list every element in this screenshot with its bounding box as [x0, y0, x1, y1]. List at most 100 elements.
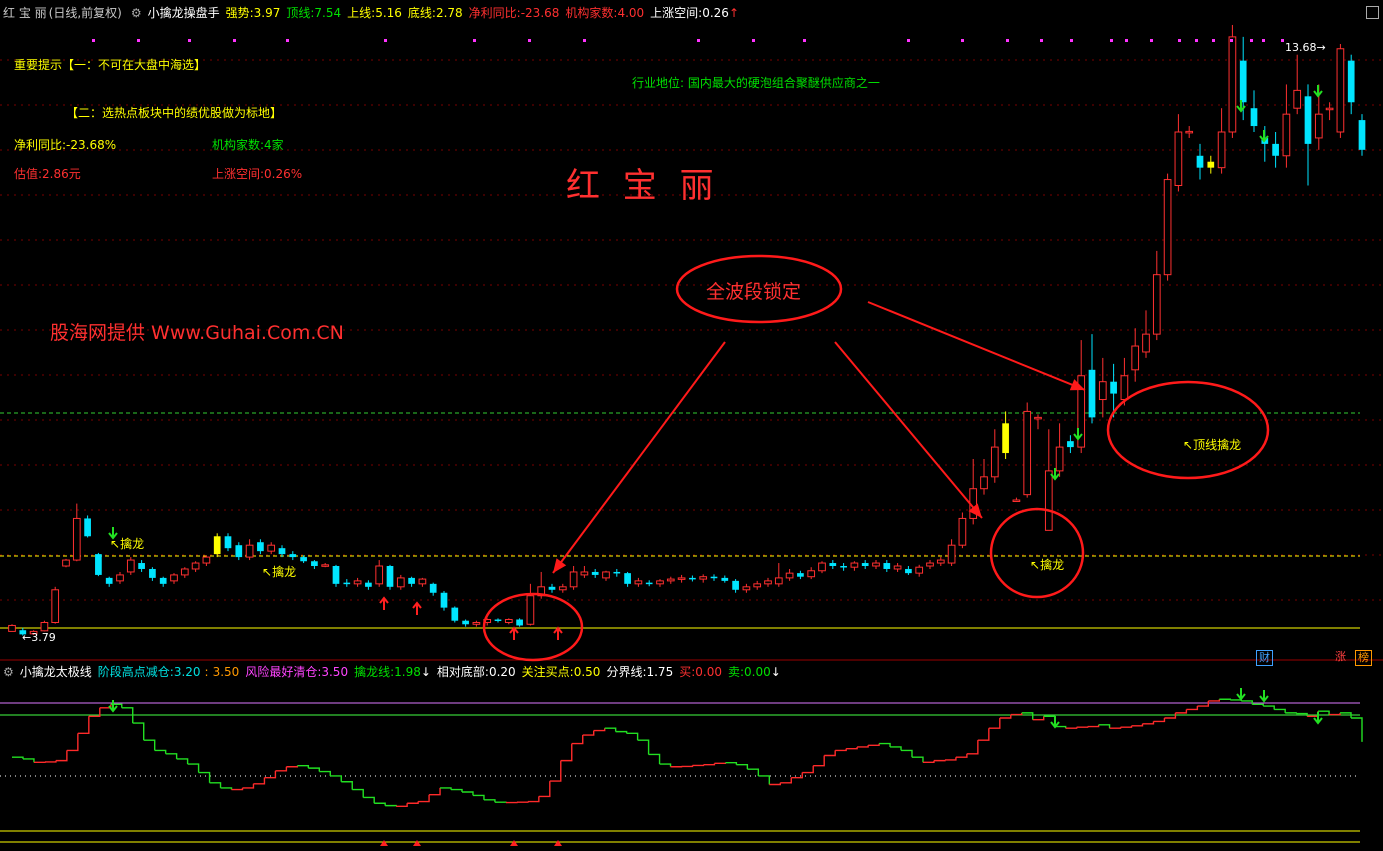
candle-body — [311, 561, 318, 567]
signal-dot — [1125, 39, 1128, 42]
taiji-line-segment — [714, 762, 727, 765]
candle-body — [666, 578, 675, 582]
candle-body — [1055, 446, 1064, 472]
finance-badge[interactable]: 财 — [1256, 650, 1273, 666]
taiji-line-segment — [77, 716, 90, 735]
sub-sell-arrow-icon — [1259, 690, 1269, 703]
taiji-line-segment — [692, 764, 705, 767]
candle-body — [1023, 410, 1032, 496]
candle-body — [300, 557, 307, 562]
taiji-line-segment — [659, 763, 672, 767]
taiji-line-segment — [132, 722, 145, 741]
sub-settings-gear-icon[interactable]: ⚙ — [3, 661, 14, 683]
qinlong-label-2: ↖擒龙 — [262, 565, 297, 579]
taiji-line-segment — [1175, 709, 1188, 714]
candle-body — [1347, 60, 1355, 103]
taiji-line-segment — [407, 801, 419, 804]
candle-body — [429, 583, 437, 593]
candle-body — [1044, 470, 1053, 531]
taiji-line-segment — [857, 745, 869, 748]
candle-body — [1293, 89, 1302, 109]
candle-body — [753, 583, 762, 588]
taiji-line-segment — [955, 753, 968, 758]
candle-body — [289, 554, 297, 558]
taiji-line-segment — [187, 763, 200, 773]
candle-body — [958, 517, 967, 546]
signal-dot — [233, 39, 236, 42]
relative-bottom-readout: 相对底部:0.20 — [436, 665, 516, 679]
signal-dot — [1212, 39, 1215, 42]
taiji-line-segment — [66, 733, 79, 752]
buy-arrow-icon — [509, 626, 519, 640]
candle-body — [235, 545, 243, 558]
taiji-line-segment — [1065, 727, 1078, 729]
taiji-line-segment — [308, 767, 321, 772]
candle-body — [1336, 48, 1345, 133]
taiji-line-segment — [242, 783, 255, 789]
candle-body — [548, 586, 556, 590]
candle-body — [1034, 416, 1042, 420]
taiji-line-segment — [1098, 724, 1111, 729]
candle-body — [72, 517, 81, 561]
taiji-line-segment — [549, 760, 562, 782]
taiji-line-segment — [209, 782, 222, 788]
taiji-line-segment — [637, 739, 650, 755]
rank-badge[interactable]: 榜 — [1355, 650, 1372, 666]
taiji-line-segment — [538, 781, 551, 798]
candle-body — [170, 574, 178, 582]
taiji-line-segment — [736, 764, 749, 770]
tip-title: 重要提示【一：不可在大盘中海选】 — [14, 58, 207, 72]
taiji-line-segment — [977, 728, 990, 741]
candle-body — [591, 571, 599, 575]
signal-dot — [697, 39, 700, 42]
taiji-line-segment — [176, 758, 189, 765]
candle-body — [829, 563, 837, 567]
candle-body — [191, 562, 200, 570]
taiji-line-segment — [824, 750, 836, 757]
candle-body — [408, 577, 415, 584]
candle-body — [8, 624, 16, 632]
candle-body — [526, 595, 535, 625]
chart-canvas — [0, 24, 1383, 846]
taiji-line-segment — [1186, 706, 1199, 711]
taiji-line-segment — [440, 787, 452, 790]
candle-body — [1314, 113, 1323, 139]
candle-body — [807, 570, 816, 578]
candle-body — [126, 559, 135, 573]
sub-buy-marker — [510, 840, 518, 846]
taiji-line-segment — [231, 787, 244, 791]
candle-body — [516, 619, 523, 626]
candle-body — [872, 562, 880, 567]
candle-body — [213, 536, 221, 555]
taiji-line-segment — [890, 746, 902, 751]
stock-title-large: 红 宝 丽 — [566, 166, 720, 206]
candle-body — [732, 580, 739, 590]
taiji-line-segment — [1307, 711, 1319, 717]
taiji-line-segment — [527, 796, 540, 803]
up-badge[interactable]: 涨 — [1333, 650, 1348, 664]
candle-body — [980, 476, 988, 490]
taiji-line-segment — [615, 730, 628, 734]
taiji-line-segment — [1197, 700, 1210, 707]
taiji-line-segment — [198, 771, 211, 783]
taiji-line-segment — [1131, 723, 1144, 727]
taiji-line-segment — [286, 765, 299, 768]
taiji-line-segment — [264, 770, 277, 779]
taiji-line-segment — [165, 753, 178, 759]
taiji-line-segment — [1087, 724, 1100, 728]
candle-body — [883, 563, 891, 569]
candle-body — [634, 580, 643, 585]
candle-body — [926, 562, 934, 567]
qinlong-label-3: ↖擒龙 — [1030, 558, 1065, 572]
taiji-line-segment — [725, 761, 738, 765]
candle-body — [1120, 375, 1129, 401]
signal-dot — [1195, 39, 1198, 42]
taiji-line-segment — [462, 791, 474, 796]
signal-dot — [286, 39, 289, 42]
candle-body — [224, 536, 232, 549]
taiji-line-segment — [747, 768, 760, 776]
taiji-line-segment — [451, 788, 463, 792]
taiji-line-segment — [253, 777, 266, 785]
candle-body — [1174, 131, 1183, 187]
taiji-line-segment — [55, 750, 68, 762]
